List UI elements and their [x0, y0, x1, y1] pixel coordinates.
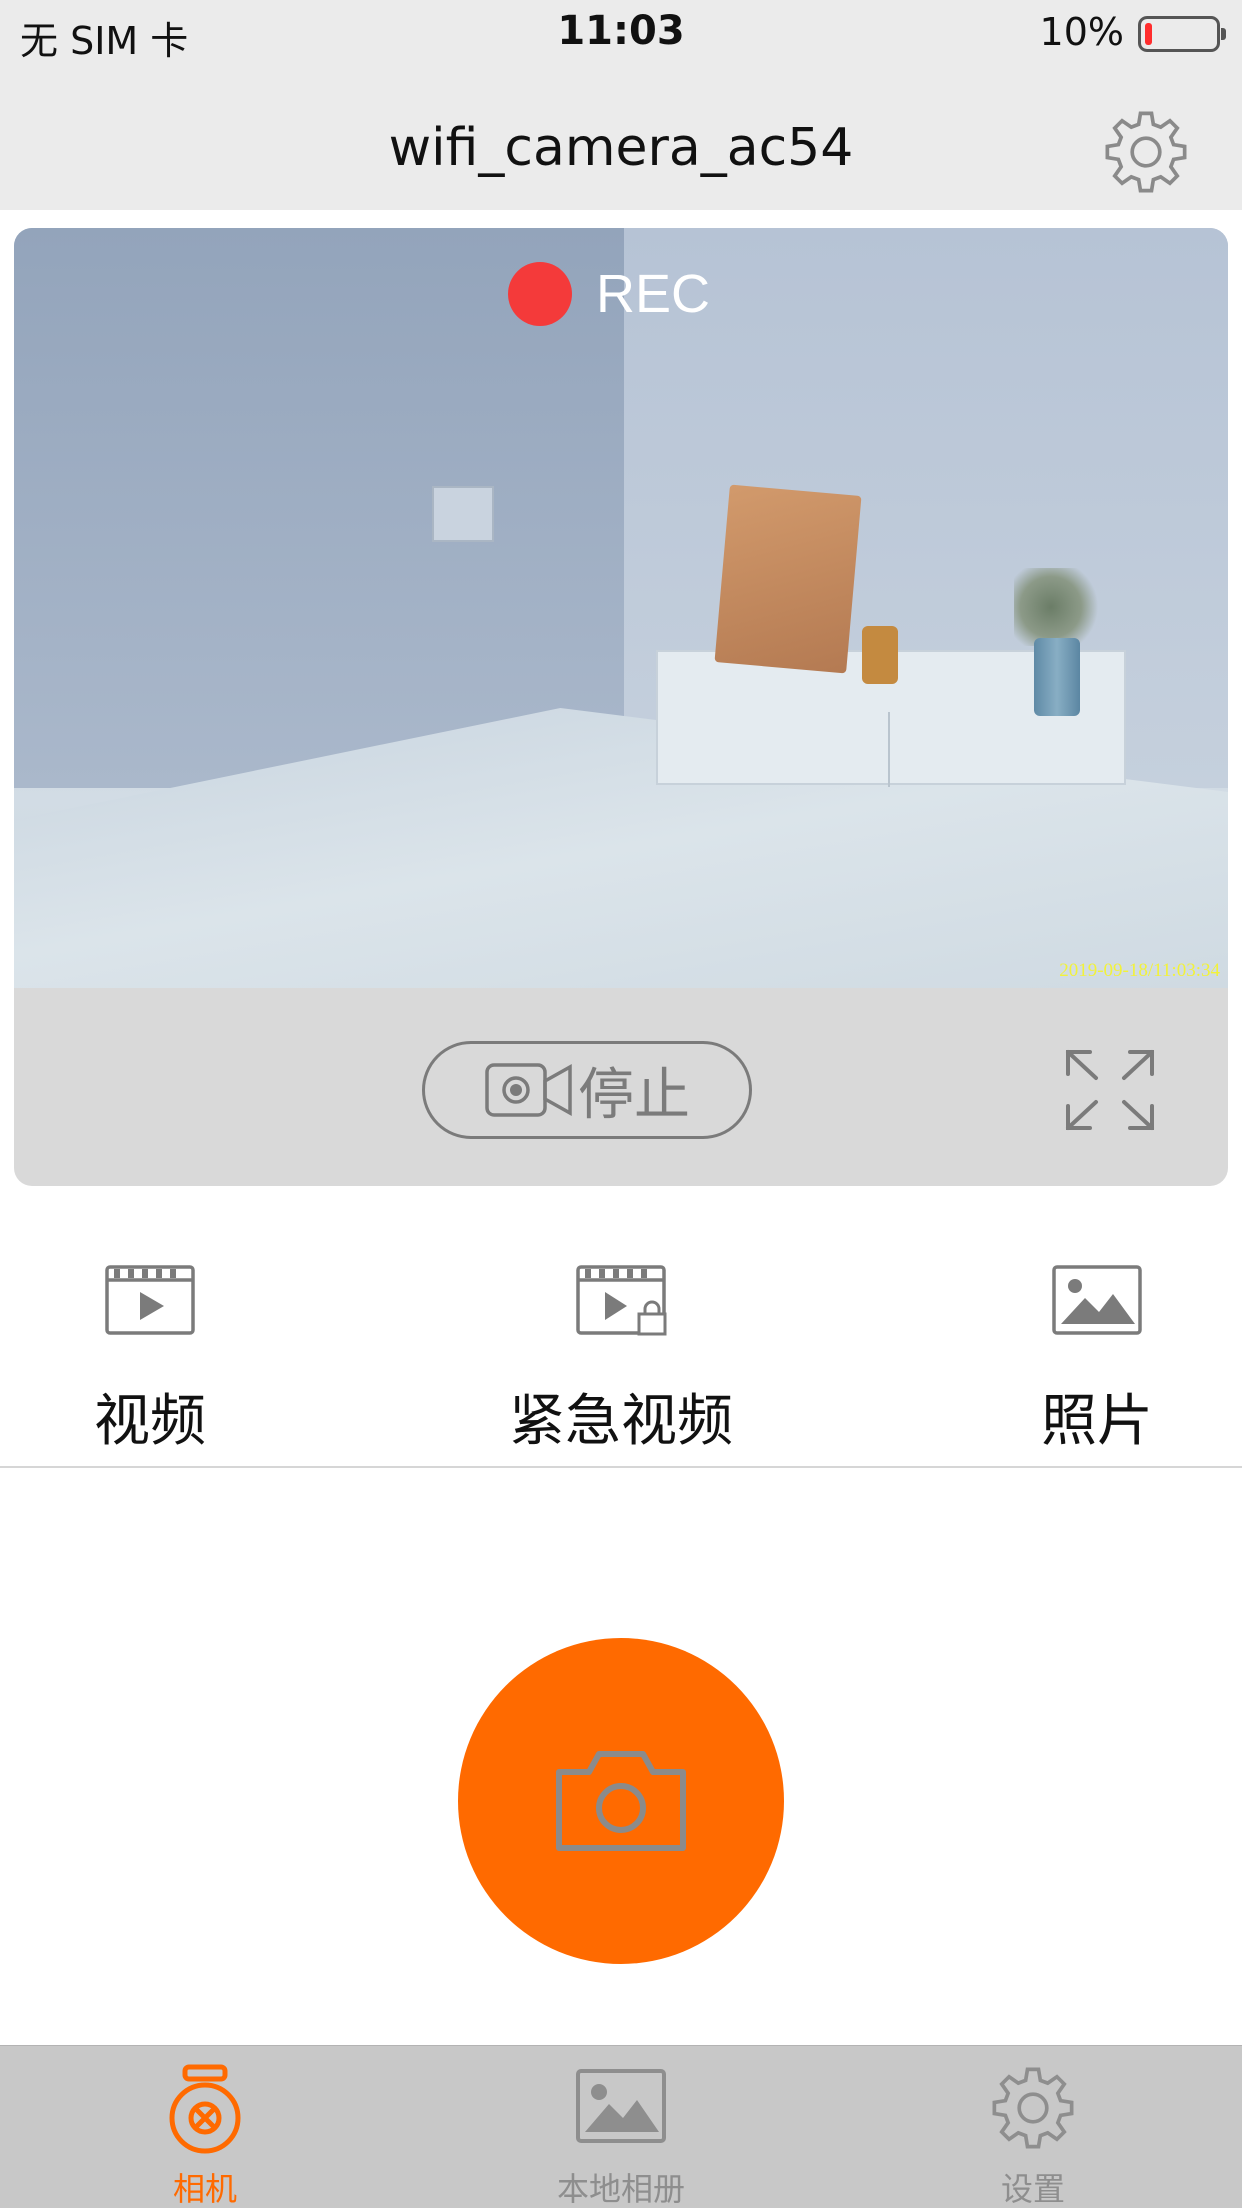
category-photo-label: 照片 [1041, 1389, 1153, 1454]
status-bar: 无 SIM 卡 11:03 10% [0, 0, 1242, 66]
rec-label: REC [596, 264, 711, 324]
tab-album-label: 本地相册 [556, 2170, 685, 2208]
gear-icon[interactable] [1100, 106, 1192, 198]
category-video[interactable]: 视频 [0, 1186, 300, 1468]
preview-bag [714, 484, 862, 674]
battery-icon [1138, 16, 1226, 52]
video-timestamp: 2019-09-18/11:03:34 [1059, 960, 1220, 981]
tab-settings[interactable]: 设置 [883, 2046, 1183, 2208]
settings-tab-icon [992, 2067, 1074, 2149]
video-icon [105, 1265, 195, 1335]
preview-controls: 停止 [14, 988, 1228, 1186]
take-photo-button[interactable] [458, 1638, 784, 1964]
expand-icon[interactable] [1064, 1048, 1156, 1132]
media-categories: 视频 紧急视频 照片 [0, 1186, 1242, 1468]
tab-camera[interactable]: 相机 [55, 2046, 355, 2208]
category-photo[interactable]: 照片 [947, 1186, 1242, 1468]
camera-preview[interactable]: REC 2019-09-18/11:03:34 [14, 228, 1228, 988]
preview-plant [1014, 568, 1106, 646]
tab-bar: 相机 本地相册 设置 [0, 2045, 1242, 2208]
stop-label: 停止 [578, 1062, 690, 1128]
category-video-label: 视频 [94, 1389, 206, 1454]
tab-local-album[interactable]: 本地相册 [471, 2046, 771, 2208]
nav-bar: wifi_camera_ac54 [0, 66, 1242, 210]
stop-recording-button[interactable]: 停止 [422, 1041, 752, 1139]
category-emergency-video[interactable]: 紧急视频 [471, 1186, 771, 1468]
preview-jar [862, 626, 898, 684]
camera-icon [556, 1751, 686, 1851]
battery-percent: 10% [1039, 10, 1124, 54]
video-camera-icon [485, 1063, 572, 1117]
category-emergency-label: 紧急视频 [509, 1389, 733, 1454]
page-title: wifi_camera_ac54 [388, 118, 854, 178]
preview-outlet [432, 486, 494, 542]
battery-level [1145, 23, 1152, 45]
tab-settings-label: 设置 [1000, 2170, 1065, 2208]
rec-indicator: REC [508, 262, 710, 326]
preview-vase [1034, 638, 1080, 716]
rec-dot-icon [508, 262, 572, 326]
tab-camera-label: 相机 [172, 2170, 237, 2208]
locked-video-icon [576, 1265, 667, 1336]
photo-icon [1052, 1265, 1142, 1335]
camera-tab-icon [169, 2064, 241, 2154]
album-icon [576, 2069, 666, 2143]
